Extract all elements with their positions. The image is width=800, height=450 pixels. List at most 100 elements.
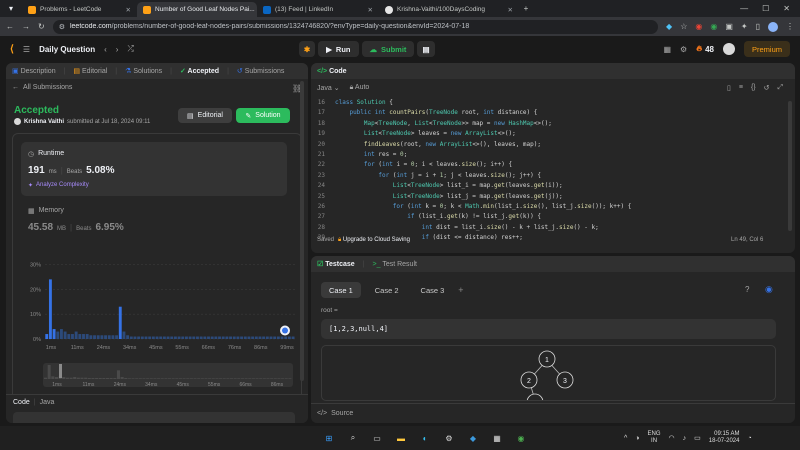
chrome-icon[interactable]: ◉: [514, 431, 528, 445]
author-name[interactable]: Krishna Vaithi: [24, 119, 64, 125]
windows-start-icon[interactable]: ⊞: [322, 431, 336, 445]
store-icon[interactable]: ▦: [490, 431, 504, 445]
language-indicator[interactable]: ENG IN: [648, 431, 661, 445]
back-icon[interactable]: ←: [6, 22, 14, 31]
tab-test-result[interactable]: >_ Test Result: [373, 261, 417, 268]
forward-icon[interactable]: →: [22, 22, 30, 31]
settings-gear-icon[interactable]: ⚙: [680, 45, 687, 54]
code-line[interactable]: 17 public int countPairs(TreeNode root, …: [311, 108, 781, 118]
sidebar-icon[interactable]: ▯: [756, 22, 760, 31]
user-avatar[interactable]: [722, 43, 735, 55]
minimize-icon[interactable]: —: [740, 4, 748, 13]
editorial-button[interactable]: ▤ Editorial: [178, 108, 232, 123]
code-line[interactable]: 16 class Solution {: [311, 98, 781, 108]
layout-icon[interactable]: ▦: [663, 45, 671, 54]
case-2-tab[interactable]: Case 2: [367, 282, 407, 298]
code-line[interactable]: 20 findLeaves(root, new ArrayList<>(), l…: [311, 140, 781, 150]
tab-description[interactable]: ▣ Description: [12, 67, 56, 75]
prev-problem-icon[interactable]: ‹: [104, 45, 107, 54]
notes-button[interactable]: ▤: [417, 41, 435, 57]
code-line[interactable]: 28 int dist = list_i.size() - k + list_j…: [311, 223, 781, 233]
analyze-complexity-link[interactable]: ✦ Analyze Complexity: [28, 182, 89, 189]
code-editor[interactable]: 16 class Solution {17 public int countPai…: [311, 98, 781, 243]
code-line[interactable]: 18 Map<TreeNode, List<TreeNode>> map = n…: [311, 119, 781, 129]
code-line[interactable]: 21 int res = 0;: [311, 150, 781, 160]
vscode-icon[interactable]: ◆: [466, 431, 480, 445]
edge-icon[interactable]: ◐: [418, 431, 432, 445]
fullscreen-icon[interactable]: ⤢: [778, 84, 784, 92]
close-tab-icon[interactable]: ✕: [508, 6, 513, 14]
help-icon[interactable]: ?: [745, 285, 749, 294]
extension-icon[interactable]: ◉: [695, 22, 702, 31]
braces-icon[interactable]: {}: [751, 84, 756, 92]
shuffle-icon[interactable]: ⤮: [127, 44, 133, 54]
case-3-tab[interactable]: Case 3: [413, 282, 453, 298]
tab-editorial[interactable]: ▤ Editorial: [73, 67, 107, 75]
maximize-icon[interactable]: ☐: [762, 4, 769, 13]
code-line[interactable]: 25 List<TreeNode> list_j = map.get(leave…: [311, 192, 781, 202]
notifications-icon[interactable]: ◔: [747, 435, 751, 442]
extension-icon[interactable]: ▣: [725, 22, 733, 31]
reload-icon[interactable]: ↻: [38, 22, 45, 31]
tab-testcase[interactable]: ☑ Testcase: [317, 260, 355, 268]
new-tab-icon[interactable]: +: [519, 2, 533, 16]
code-line[interactable]: 27 if (list_i.get(k) != list_j.get(k)) {: [311, 212, 781, 222]
profile-avatar-icon[interactable]: [768, 21, 778, 32]
extensions-puzzle-icon[interactable]: ✦: [741, 22, 748, 31]
extension-icon[interactable]: ◆: [666, 22, 672, 31]
case-1-tab[interactable]: Case 1: [321, 282, 361, 298]
tray-app-icon[interactable]: ◑: [635, 435, 639, 442]
memory-value-row[interactable]: 45.58 MB | Beats 6.95%: [28, 222, 124, 233]
close-window-icon[interactable]: ✕: [783, 4, 790, 13]
editor-scrollbar[interactable]: [788, 101, 792, 231]
leetcode-logo-icon[interactable]: ⟨: [10, 44, 14, 55]
tab-submissions[interactable]: ↺ Submissions: [237, 67, 285, 75]
wifi-icon[interactable]: ◠: [669, 434, 675, 442]
source-toggle[interactable]: </> Source: [311, 403, 795, 423]
premium-button[interactable]: Premium: [743, 41, 790, 57]
bookmark-icon[interactable]: ▯: [727, 84, 731, 92]
all-submissions-link[interactable]: ← All Submissions: [12, 84, 72, 91]
weather-widget[interactable]: [8, 430, 68, 446]
submit-button[interactable]: ☁ Submit: [361, 41, 415, 57]
streak-counter[interactable]: 🔥︎ 48: [696, 44, 714, 54]
search-icon[interactable]: ⌕: [346, 431, 360, 445]
clock[interactable]: 09:15 AM 18-07-2024: [709, 431, 740, 445]
format-icon[interactable]: ≡: [739, 84, 743, 92]
browser-menu-icon[interactable]: ▾: [3, 2, 19, 16]
site-info-icon[interactable]: ⚙: [59, 23, 65, 31]
volume-icon[interactable]: ♪: [683, 435, 687, 442]
code-line[interactable]: 24 List<TreeNode> list_i = map.get(leave…: [311, 181, 781, 191]
close-tab-icon[interactable]: ✕: [126, 6, 131, 14]
runtime-box[interactable]: ◷ Runtime 191 ms | Beats 5.08% ✦ Analyze C…: [21, 142, 287, 196]
next-problem-icon[interactable]: ›: [116, 45, 119, 54]
memory-header[interactable]: ▦ Memory: [28, 207, 64, 215]
add-case-icon[interactable]: +: [458, 285, 463, 295]
daily-question-title[interactable]: Daily Question: [39, 45, 95, 54]
reset-icon[interactable]: ↺: [764, 84, 770, 92]
extension-icon[interactable]: ◉: [710, 22, 717, 31]
code-tab[interactable]: </> Code: [317, 68, 347, 75]
battery-icon[interactable]: ▭: [694, 434, 701, 442]
tab-solutions[interactable]: ⚗ Solutions: [125, 67, 162, 75]
auto-mode-toggle[interactable]: 🔒︎ Auto: [350, 84, 370, 92]
solution-button[interactable]: ✎ Solution: [236, 108, 290, 123]
browser-menu-dots-icon[interactable]: ⋮: [786, 22, 794, 31]
browser-tab-problems[interactable]: Problems - LeetCode ✕: [22, 2, 137, 17]
language-select[interactable]: Java ⌄: [317, 84, 340, 92]
run-button[interactable]: ▶ Run: [318, 41, 359, 57]
problem-list-icon[interactable]: ☰: [23, 45, 30, 54]
scrollbar[interactable]: [300, 81, 304, 381]
eye-icon[interactable]: ◉: [765, 284, 773, 295]
close-tab-icon[interactable]: ✕: [368, 6, 373, 14]
upgrade-link[interactable]: 🔒︎ Upgrade to Cloud Saving: [338, 237, 410, 244]
file-explorer-icon[interactable]: ▬: [394, 431, 408, 445]
settings-gear-icon[interactable]: ⚙: [442, 431, 456, 445]
root-input[interactable]: [1,2,3,null,4]: [321, 319, 776, 339]
tab-accepted[interactable]: ✓ Accepted: [180, 67, 219, 75]
debug-button[interactable]: ✱: [298, 41, 316, 57]
code-line[interactable]: 19 List<TreeNode> leaves = new ArrayList…: [311, 129, 781, 139]
address-bar[interactable]: ⚙ leetcode.com/problems/number-of-good-l…: [52, 19, 659, 34]
code-line[interactable]: 26 for (int k = 0; k < Math.min(list_i.s…: [311, 202, 781, 212]
browser-tab-good-leaf[interactable]: Number of Good Leaf Nodes Pai... ✕: [137, 2, 257, 17]
